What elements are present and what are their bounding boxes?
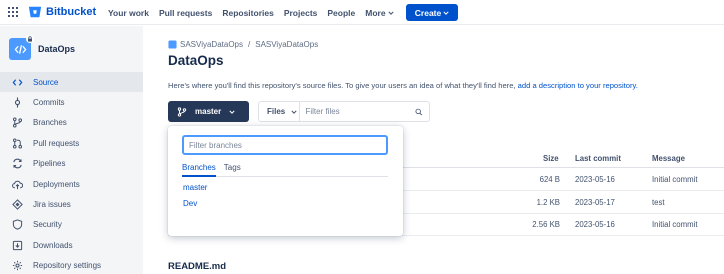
repo-avatar <box>9 35 34 60</box>
pull-request-icon <box>11 137 23 149</box>
filter-branches-input[interactable] <box>182 135 388 155</box>
jira-icon <box>11 199 23 211</box>
column-header-message: Message <box>652 154 685 163</box>
branch-icon <box>11 117 23 129</box>
sidebar-item-pipelines[interactable]: Pipelines <box>0 154 143 174</box>
breadcrumb: SASViyaDataOps / SASViyaDataOps <box>168 40 318 49</box>
code-icon <box>11 76 23 88</box>
create-button[interactable]: Create <box>406 4 458 21</box>
chevron-down-icon <box>443 11 449 15</box>
sidebar-item-label: Jira issues <box>33 200 71 210</box>
primary-nav: Your work Pull requests Repositories Pro… <box>108 0 404 25</box>
search-icon[interactable] <box>415 107 423 117</box>
sidebar-item-label: Commits <box>33 98 65 108</box>
file-size: 624 B <box>539 175 560 184</box>
shield-icon <box>11 219 23 231</box>
top-navigation: Bitbucket Your work Pull requests Reposi… <box>0 0 724 25</box>
column-header-last-commit: Last commit <box>575 154 621 163</box>
file-last-commit: 2023-05-16 <box>575 220 615 229</box>
nav-people[interactable]: People <box>327 8 355 18</box>
file-size: 2.56 KB <box>532 220 560 229</box>
app-switcher-icon[interactable] <box>8 7 18 17</box>
pipelines-icon <box>11 158 23 170</box>
branch-selector-label: master <box>195 107 222 116</box>
add-description-link[interactable]: add a description to your repository. <box>518 81 638 90</box>
sidebar-item-label: Downloads <box>33 240 73 250</box>
create-button-label: Create <box>414 7 442 18</box>
sidebar-item-security[interactable]: Security <box>0 215 143 235</box>
lock-icon <box>26 35 34 43</box>
cloud-upload-icon <box>11 178 23 190</box>
chevron-down-icon <box>387 11 394 15</box>
filter-files-input[interactable] <box>300 102 416 121</box>
nav-more-menu[interactable]: More <box>365 7 394 18</box>
sidebar-item-label: Deployments <box>33 179 80 189</box>
files-filter-group: Files <box>258 101 430 122</box>
nav-repositories[interactable]: Repositories <box>222 8 274 18</box>
file-size: 1.2 KB <box>536 198 560 207</box>
sidebar-item-label: Security <box>33 220 62 230</box>
sidebar-item-label: Source <box>33 77 59 87</box>
branch-option-dev[interactable]: Dev <box>183 199 197 208</box>
file-last-commit: 2023-05-16 <box>575 175 615 184</box>
sidebar-item-source[interactable]: Source <box>0 72 143 93</box>
logo-text: Bitbucket <box>46 6 97 18</box>
sidebar-item-label: Branches <box>33 118 67 128</box>
branch-dropdown-menu: Branches Tags master Dev <box>168 126 403 236</box>
download-icon <box>11 239 23 251</box>
nav-projects[interactable]: Projects <box>284 8 318 18</box>
sidebar-item-label: Repository settings <box>33 261 102 271</box>
commit-icon <box>11 97 23 109</box>
repo-header[interactable]: DataOps <box>9 35 76 60</box>
gear-icon <box>11 260 23 272</box>
sidebar-menu: Source Commits Branches Pull requests Pi… <box>0 72 143 274</box>
bitbucket-logo[interactable]: Bitbucket <box>28 5 96 19</box>
bitbucket-icon <box>28 6 42 18</box>
file-commit-message: test <box>652 198 665 207</box>
project-icon <box>168 40 177 49</box>
breadcrumb-separator: / <box>248 40 251 49</box>
sidebar: DataOps Source Commits Branches Pull req… <box>0 26 143 274</box>
description-text: Here's where you'll find this repository… <box>168 81 516 90</box>
branch-icon <box>177 106 187 117</box>
sidebar-item-downloads[interactable]: Downloads <box>0 235 143 255</box>
file-commit-message: Initial commit <box>652 175 698 184</box>
breadcrumb-repository[interactable]: SASViyaDataOps <box>255 40 318 49</box>
sidebar-item-label: Pipelines <box>33 159 66 169</box>
chevron-down-icon <box>291 110 297 114</box>
file-last-commit: 2023-05-17 <box>575 198 615 207</box>
sidebar-item-jira-issues[interactable]: Jira issues <box>0 194 143 214</box>
sidebar-item-deployments[interactable]: Deployments <box>0 174 143 194</box>
column-header-size: Size <box>543 154 559 163</box>
sidebar-item-pull-requests[interactable]: Pull requests <box>0 133 143 153</box>
nav-your-work[interactable]: Your work <box>108 8 149 18</box>
breadcrumb-project[interactable]: SASViyaDataOps <box>180 40 243 49</box>
nav-more-label: More <box>365 7 386 18</box>
branch-selector-button[interactable]: master <box>168 101 249 122</box>
files-type-select[interactable]: Files <box>259 102 301 121</box>
tab-tags[interactable]: Tags <box>224 162 241 177</box>
sidebar-item-branches[interactable]: Branches <box>0 113 143 133</box>
chevron-down-icon <box>229 110 235 114</box>
files-select-label: Files <box>267 107 286 116</box>
code-brackets-icon <box>14 44 26 54</box>
sidebar-item-repository-settings[interactable]: Repository settings <box>0 256 143 274</box>
repo-name: DataOps <box>38 44 76 54</box>
readme-title: README.md <box>168 261 227 272</box>
page-title: DataOps <box>168 53 224 68</box>
file-commit-message: Initial commit <box>652 220 698 229</box>
branch-tag-tabs: Branches Tags <box>182 162 388 177</box>
tab-branches[interactable]: Branches <box>182 162 216 177</box>
branch-option-master[interactable]: master <box>183 183 207 192</box>
sidebar-item-commits[interactable]: Commits <box>0 92 143 112</box>
sidebar-item-label: Pull requests <box>33 138 80 148</box>
repo-description: Here's where you'll find this repository… <box>168 81 638 90</box>
nav-pull-requests[interactable]: Pull requests <box>159 8 212 18</box>
